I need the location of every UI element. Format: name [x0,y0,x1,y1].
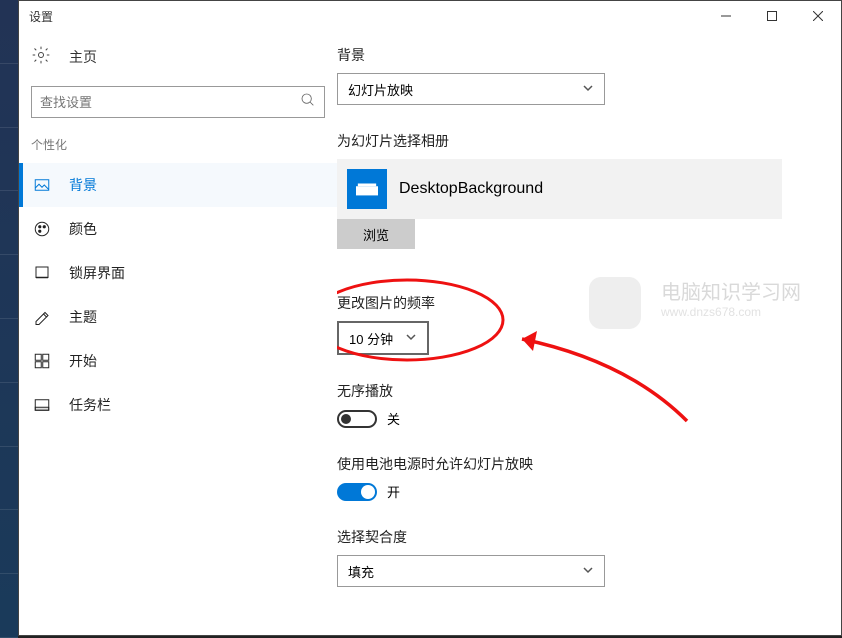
watermark-logo [589,277,641,329]
sidebar-item-label: 锁屏界面 [69,263,125,283]
chevron-down-icon [405,331,417,346]
sidebar-item-taskbar[interactable]: 任务栏 [19,383,337,427]
frequency-label: 更改图片的频率 [337,293,831,313]
main-panel: 背景 幻灯片放映 为幻灯片选择相册 DesktopBackground 浏览 更… [337,31,841,635]
picture-icon [33,176,51,194]
album-label: 为幻灯片选择相册 [337,131,831,151]
sidebar-item-lockscreen[interactable]: 锁屏界面 [19,251,337,295]
battery-toggle[interactable] [337,483,377,501]
shuffle-state: 关 [387,409,400,428]
fit-value: 填充 [348,562,374,581]
sidebar-item-label: 开始 [69,351,97,371]
maximize-button[interactable] [749,1,795,31]
theme-icon [33,308,51,326]
sidebar-item-label: 背景 [69,175,97,195]
search-input[interactable] [40,95,300,110]
taskbar-icon [33,396,51,414]
shuffle-toggle[interactable] [337,410,377,428]
window-title: 设置 [29,8,53,25]
browse-label: 浏览 [363,225,389,244]
settings-window: 设置 主页 [18,0,842,636]
fit-select[interactable]: 填充 [337,555,605,587]
frequency-value: 10 分钟 [349,329,393,348]
battery-label: 使用电池电源时允许幻灯片放映 [337,454,831,474]
background-value: 幻灯片放映 [348,80,413,99]
folder-icon [347,169,387,209]
sidebar-item-label: 颜色 [69,219,97,239]
start-icon [33,352,51,370]
sidebar-item-themes[interactable]: 主题 [19,295,337,339]
sidebar: 主页 个性化 背景 [19,31,337,635]
background-label: 背景 [337,45,831,65]
title-bar: 设置 [19,1,841,31]
close-button[interactable] [795,1,841,31]
search-input-wrap[interactable] [31,86,325,118]
chevron-down-icon [582,564,594,579]
fit-label: 选择契合度 [337,527,831,547]
shuffle-label: 无序播放 [337,381,831,401]
sidebar-item-colors[interactable]: 颜色 [19,207,337,251]
sidebar-item-label: 任务栏 [69,395,111,415]
search-icon [300,92,316,113]
browse-button[interactable]: 浏览 [337,219,415,249]
album-name: DesktopBackground [399,180,543,198]
home-label: 主页 [69,47,97,67]
sidebar-item-background[interactable]: 背景 [19,163,337,207]
section-label: 个性化 [19,136,337,163]
frequency-select[interactable]: 10 分钟 [337,321,429,355]
background-select[interactable]: 幻灯片放映 [337,73,605,105]
battery-state: 开 [387,482,400,501]
home-link[interactable]: 主页 [19,37,337,76]
palette-icon [33,220,51,238]
chevron-down-icon [582,82,594,97]
album-selection: DesktopBackground [337,159,782,219]
sidebar-item-label: 主题 [69,307,97,327]
gear-icon [31,45,51,68]
lockscreen-icon [33,264,51,282]
external-taskbar-fragment [0,0,18,638]
sidebar-item-start[interactable]: 开始 [19,339,337,383]
minimize-button[interactable] [703,1,749,31]
